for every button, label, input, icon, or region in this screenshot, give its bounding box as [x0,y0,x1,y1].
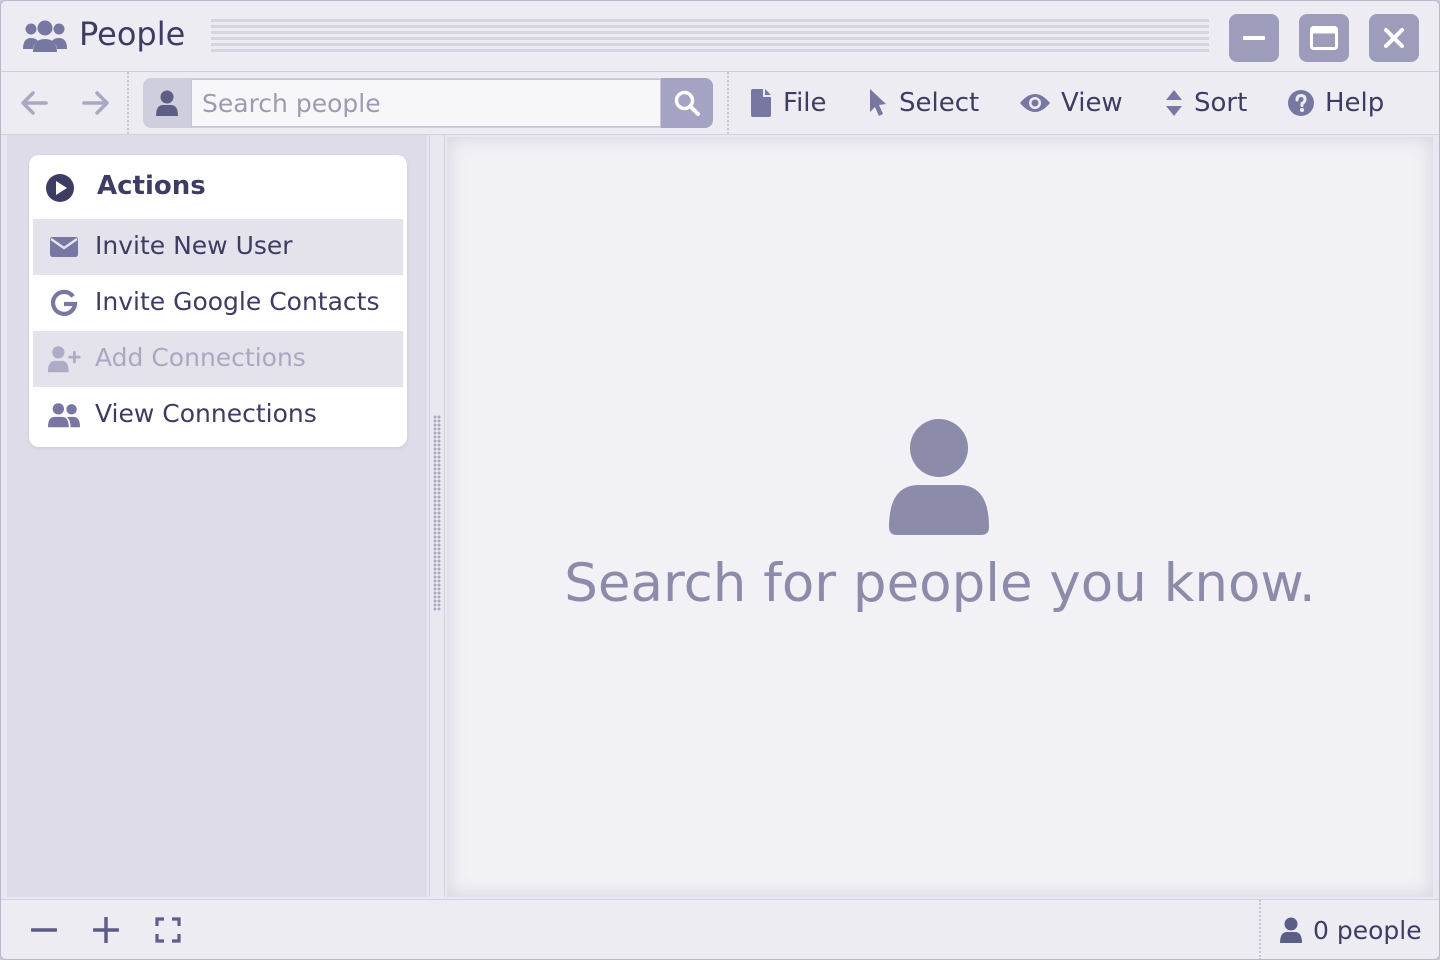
minimize-button[interactable] [1229,14,1279,62]
toolbar-separator [727,72,729,134]
search-input[interactable] [191,79,661,127]
play-circle-icon [46,174,74,202]
menu-view[interactable]: View [1019,84,1123,122]
forward-button[interactable] [81,88,111,118]
action-label: Invite New User [95,231,293,260]
empty-state-message: Search for people you know. [564,553,1316,614]
status-separator [1259,900,1261,959]
envelope-icon [47,232,81,262]
action-label: View Connections [95,399,317,428]
menu-file-label: File [783,88,827,118]
arrow-left-icon [21,91,48,115]
action-label: Invite Google Contacts [95,287,380,316]
arrow-right-icon [82,91,109,115]
menu-view-label: View [1061,88,1123,118]
minus-icon [31,928,57,932]
person-icon [1280,917,1302,943]
person-icon [156,90,178,116]
menu-select[interactable]: Select [867,84,979,122]
title-bar[interactable]: People [1,1,1439,72]
file-icon [751,89,771,117]
fit-to-screen-button[interactable] [152,914,184,946]
sidebar: Actions Invite New User Invite Google Co… [7,135,427,897]
close-button[interactable] [1369,14,1419,62]
plus-icon [93,917,119,943]
minimize-icon [1243,36,1265,40]
person-icon [889,419,989,535]
results-panel: Search for people you know. [447,137,1433,897]
status-bar: 0 people [1,899,1439,959]
search-icon [674,90,700,116]
search-scope-button[interactable] [143,78,191,128]
menu-file[interactable]: File [749,84,827,122]
fullscreen-icon [155,917,181,943]
maximize-icon [1310,26,1338,50]
panel-splitter[interactable] [429,135,445,897]
actions-title: Actions [97,171,206,201]
close-icon [1384,28,1404,48]
user-plus-icon [47,344,81,374]
help-icon [1288,90,1314,116]
maximize-button[interactable] [1299,14,1349,62]
zoom-out-button[interactable] [28,914,60,946]
eye-icon [1020,94,1050,112]
toolbar-separator [127,72,129,134]
menu-select-label: Select [899,88,980,118]
menu-help[interactable]: Help [1287,84,1384,122]
actions-panel: Actions Invite New User Invite Google Co… [29,155,407,447]
pointer-icon [870,89,886,116]
action-view-connections[interactable]: View Connections [33,387,403,443]
users-icon [47,400,81,430]
google-icon [47,288,81,318]
action-label: Add Connections [95,343,306,372]
action-invite-new-user[interactable]: Invite New User [33,219,403,275]
people-count: 0 people [1279,912,1422,948]
toolbar: File Select View Sort Help [1,72,1439,135]
back-button[interactable] [19,88,49,118]
title-drag-handle[interactable] [211,19,1209,55]
zoom-in-button[interactable] [90,914,122,946]
action-add-connections[interactable]: Add Connections [33,331,403,387]
search-box [143,78,713,128]
sort-icon [1166,90,1182,116]
people-window: People Search people File Select View So… [0,0,1440,960]
search-button[interactable] [661,78,713,128]
users-icon [23,20,67,52]
menu-help-label: Help [1325,88,1385,118]
people-count-label: 0 people [1313,915,1422,945]
actions-header[interactable]: Actions [29,155,407,219]
menu-sort-label: Sort [1194,88,1248,118]
splitter-grip[interactable] [433,415,441,611]
menu-sort[interactable]: Sort [1164,84,1247,122]
action-invite-google-contacts[interactable]: Invite Google Contacts [33,275,403,331]
window-title: People [79,15,186,53]
